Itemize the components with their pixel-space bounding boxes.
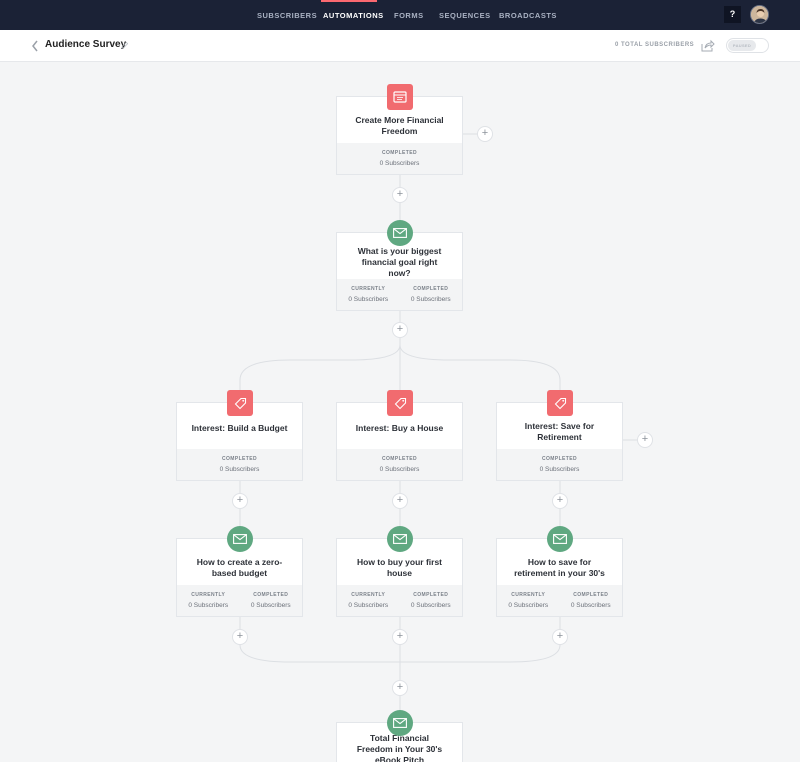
- envelope-icon: [393, 718, 407, 728]
- email-retirement-stats: CURRENTLY 0 Subscribers COMPLETED 0 Subscr…: [497, 585, 622, 616]
- trigger-stats: COMPLETED 0 Subscribers: [337, 143, 462, 174]
- envelope-icon: [393, 228, 407, 238]
- stat-value: 0 Subscribers: [379, 160, 420, 167]
- stat-label: COMPLETED: [413, 286, 449, 292]
- stat-label: COMPLETED: [382, 456, 417, 462]
- add-step-button[interactable]: +: [232, 493, 248, 509]
- stat-label: CURRENTLY: [351, 286, 386, 292]
- stat-label: COMPLETED: [413, 592, 449, 598]
- stat-value: 0 Subscribers: [250, 602, 291, 609]
- tag-retirement-stats: COMPLETED 0 Subscribers: [497, 449, 622, 480]
- email-node[interactable]: [547, 526, 573, 552]
- tag-icon: [554, 397, 566, 409]
- add-step-button[interactable]: +: [392, 187, 408, 203]
- email-node[interactable]: [387, 220, 413, 246]
- email-house-stats: CURRENTLY 0 Subscribers COMPLETED 0 Subscr…: [337, 585, 462, 616]
- stat-value: 0 Subscribers: [219, 466, 260, 473]
- merge-line-right: [400, 614, 561, 663]
- stat-value: 0 Subscribers: [348, 296, 389, 303]
- add-step-button[interactable]: +: [392, 680, 408, 696]
- email-node[interactable]: [387, 526, 413, 552]
- tag-icon: [234, 397, 246, 409]
- add-step-button[interactable]: +: [392, 493, 408, 509]
- form-icon: [393, 91, 407, 103]
- email-budget-stats: CURRENTLY 0 Subscribers COMPLETED 0 Subscr…: [177, 585, 302, 616]
- stat-value: 0 Subscribers: [410, 296, 451, 303]
- stat-label: COMPLETED: [222, 456, 257, 462]
- stat-value: 0 Subscribers: [188, 602, 229, 609]
- stat-label: COMPLETED: [573, 592, 609, 598]
- add-step-button[interactable]: +: [392, 629, 408, 645]
- stat-label: COMPLETED: [382, 150, 417, 156]
- stat-value: 0 Subscribers: [508, 602, 549, 609]
- add-step-button[interactable]: +: [552, 493, 568, 509]
- add-step-button[interactable]: +: [232, 629, 248, 645]
- stat-label: COMPLETED: [542, 456, 577, 462]
- stat-value: 0 Subscribers: [570, 602, 611, 609]
- survey-email-stats: CURRENTLY 0 Subscribers COMPLETED 0 Subscr…: [337, 279, 462, 310]
- stat-label: CURRENTLY: [351, 592, 386, 598]
- tag-action-node[interactable]: [547, 390, 573, 416]
- add-trigger-button[interactable]: +: [477, 126, 493, 142]
- stat-label: COMPLETED: [253, 592, 289, 598]
- tag-budget-stats: COMPLETED 0 Subscribers: [177, 449, 302, 480]
- add-step-button[interactable]: +: [552, 629, 568, 645]
- stat-label: CURRENTLY: [511, 592, 546, 598]
- form-trigger-node[interactable]: [387, 84, 413, 110]
- stat-value: 0 Subscribers: [348, 602, 389, 609]
- email-node[interactable]: [387, 710, 413, 736]
- envelope-icon: [233, 534, 247, 544]
- tag-house-stats: COMPLETED 0 Subscribers: [337, 449, 462, 480]
- branch-line-left: [239, 344, 401, 390]
- tag-action-node[interactable]: [387, 390, 413, 416]
- tag-action-node[interactable]: [227, 390, 253, 416]
- branch-line-right: [399, 344, 561, 390]
- stat-value: 0 Subscribers: [410, 602, 451, 609]
- add-branch-button[interactable]: +: [637, 432, 653, 448]
- add-step-button[interactable]: +: [392, 322, 408, 338]
- email-node[interactable]: [227, 526, 253, 552]
- stat-value: 0 Subscribers: [539, 466, 580, 473]
- merge-line-left: [239, 614, 400, 663]
- stat-value: 0 Subscribers: [379, 466, 420, 473]
- stat-label: CURRENTLY: [191, 592, 226, 598]
- envelope-icon: [553, 534, 567, 544]
- tag-icon: [394, 397, 406, 409]
- envelope-icon: [393, 534, 407, 544]
